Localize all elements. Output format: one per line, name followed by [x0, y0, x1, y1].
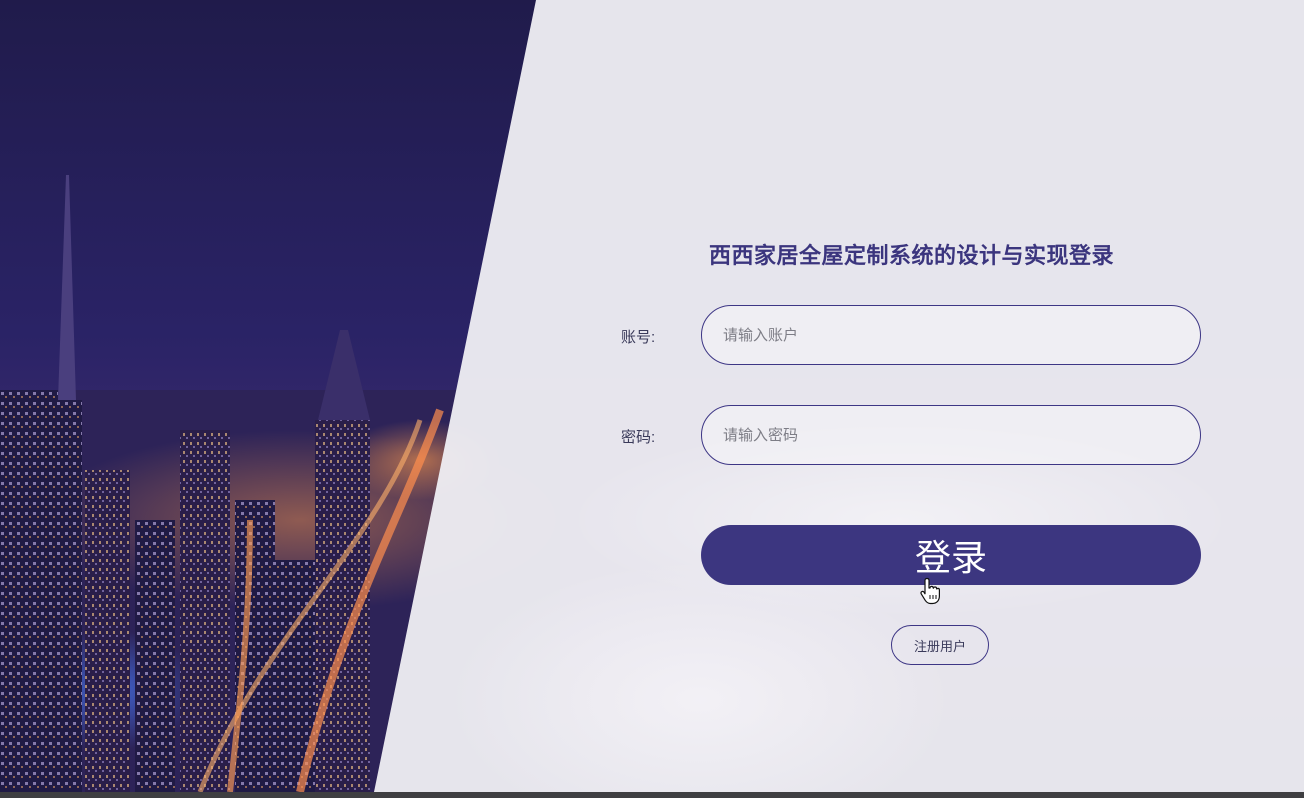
login-page: 西西家居全屋定制系统的设计与实现登录 账号: 密码: 登录 注册用户: [0, 0, 1304, 798]
bottom-edge-bar: [0, 792, 1304, 798]
password-field-wrapper: [701, 405, 1201, 465]
register-button[interactable]: 注册用户: [891, 625, 989, 665]
account-input[interactable]: [702, 306, 1200, 364]
login-title: 西西家居全屋定制系统的设计与实现登录: [709, 243, 1115, 268]
account-label: 账号:: [621, 329, 656, 346]
password-input[interactable]: [702, 406, 1200, 464]
login-button[interactable]: 登录: [701, 525, 1201, 585]
register-button-label: 注册用户: [913, 638, 966, 654]
hand-pointer-cursor-icon: [920, 577, 940, 605]
account-field-wrapper: [701, 305, 1201, 365]
login-button-label: 登录: [914, 537, 987, 578]
password-label: 密码:: [621, 429, 656, 446]
